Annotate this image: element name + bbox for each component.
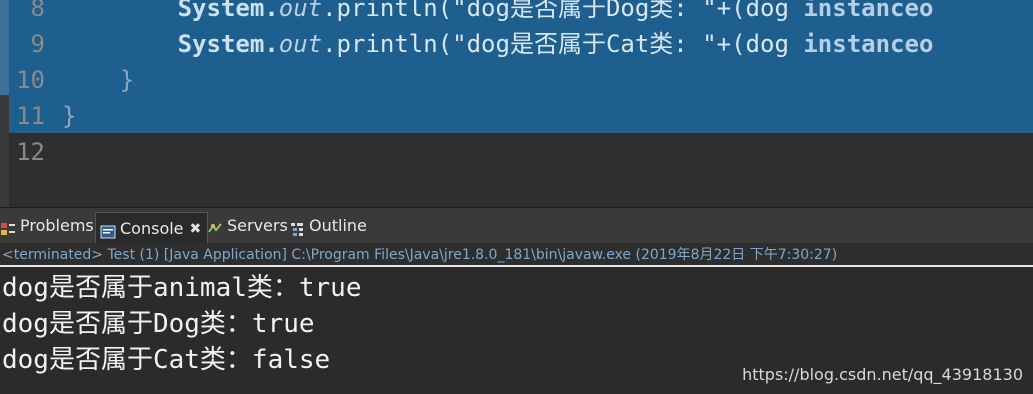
line-number-gutter: 8 9 10 11 12 <box>0 0 55 207</box>
tab-console[interactable]: Console ✖ <box>95 212 209 244</box>
tab-problems[interactable]: Problems <box>0 212 100 240</box>
problems-icon <box>0 218 16 235</box>
code-token: System. <box>177 0 279 22</box>
tab-label: Console <box>120 218 184 238</box>
tab-label: Servers <box>227 216 288 235</box>
code-token: out <box>278 0 323 22</box>
console-output[interactable]: dog是否属于animal类：true dog是否属于Dog类：true dog… <box>0 267 1033 394</box>
code-token: .println("dog是否属于Dog类: "+(dog <box>322 0 804 22</box>
output-line: dog是否属于animal类：true <box>2 273 362 303</box>
code-token: instanceo <box>803 0 934 22</box>
servers-icon <box>207 218 223 234</box>
tab-servers[interactable]: Servers <box>207 212 288 240</box>
code-line: System.out.println("dog是否属于Cat类: "+(dog … <box>62 26 934 62</box>
line-number: 10 <box>16 66 45 94</box>
code-line: System.out.println("dog是否属于Dog类: "+(dog … <box>62 0 934 26</box>
outline-icon <box>289 218 305 236</box>
code-token: instanceo <box>803 30 934 58</box>
close-icon[interactable]: ✖ <box>190 215 202 243</box>
line-number: 11 <box>16 102 45 130</box>
line-number: 12 <box>16 138 45 166</box>
tab-outline[interactable]: Outline <box>289 212 367 240</box>
output-line: dog是否属于Dog类：true <box>2 309 315 339</box>
code-token: out <box>278 30 323 58</box>
line-number: 9 <box>30 30 45 58</box>
code-line: } <box>62 66 135 94</box>
tab-label: Outline <box>309 216 367 235</box>
view-tab-bar: Problems Console ✖ Servers Outline <box>0 207 1033 244</box>
code-line: } <box>62 102 77 130</box>
line-number: 8 <box>30 0 45 22</box>
tab-label: Problems <box>20 216 94 235</box>
code-editor[interactable]: 8 9 10 11 12 System.out.println("dog是否属于… <box>0 0 1033 207</box>
output-line: dog是否属于Cat类：false <box>2 345 331 375</box>
console-status-line: <terminated> Test (1) [Java Application]… <box>0 243 1033 267</box>
code-token: .println("dog是否属于Cat类: "+(dog <box>322 30 804 58</box>
watermark: https://blog.csdn.net/qq_43918130 <box>742 365 1023 384</box>
code-token: System. <box>177 30 279 58</box>
console-icon <box>100 221 116 238</box>
